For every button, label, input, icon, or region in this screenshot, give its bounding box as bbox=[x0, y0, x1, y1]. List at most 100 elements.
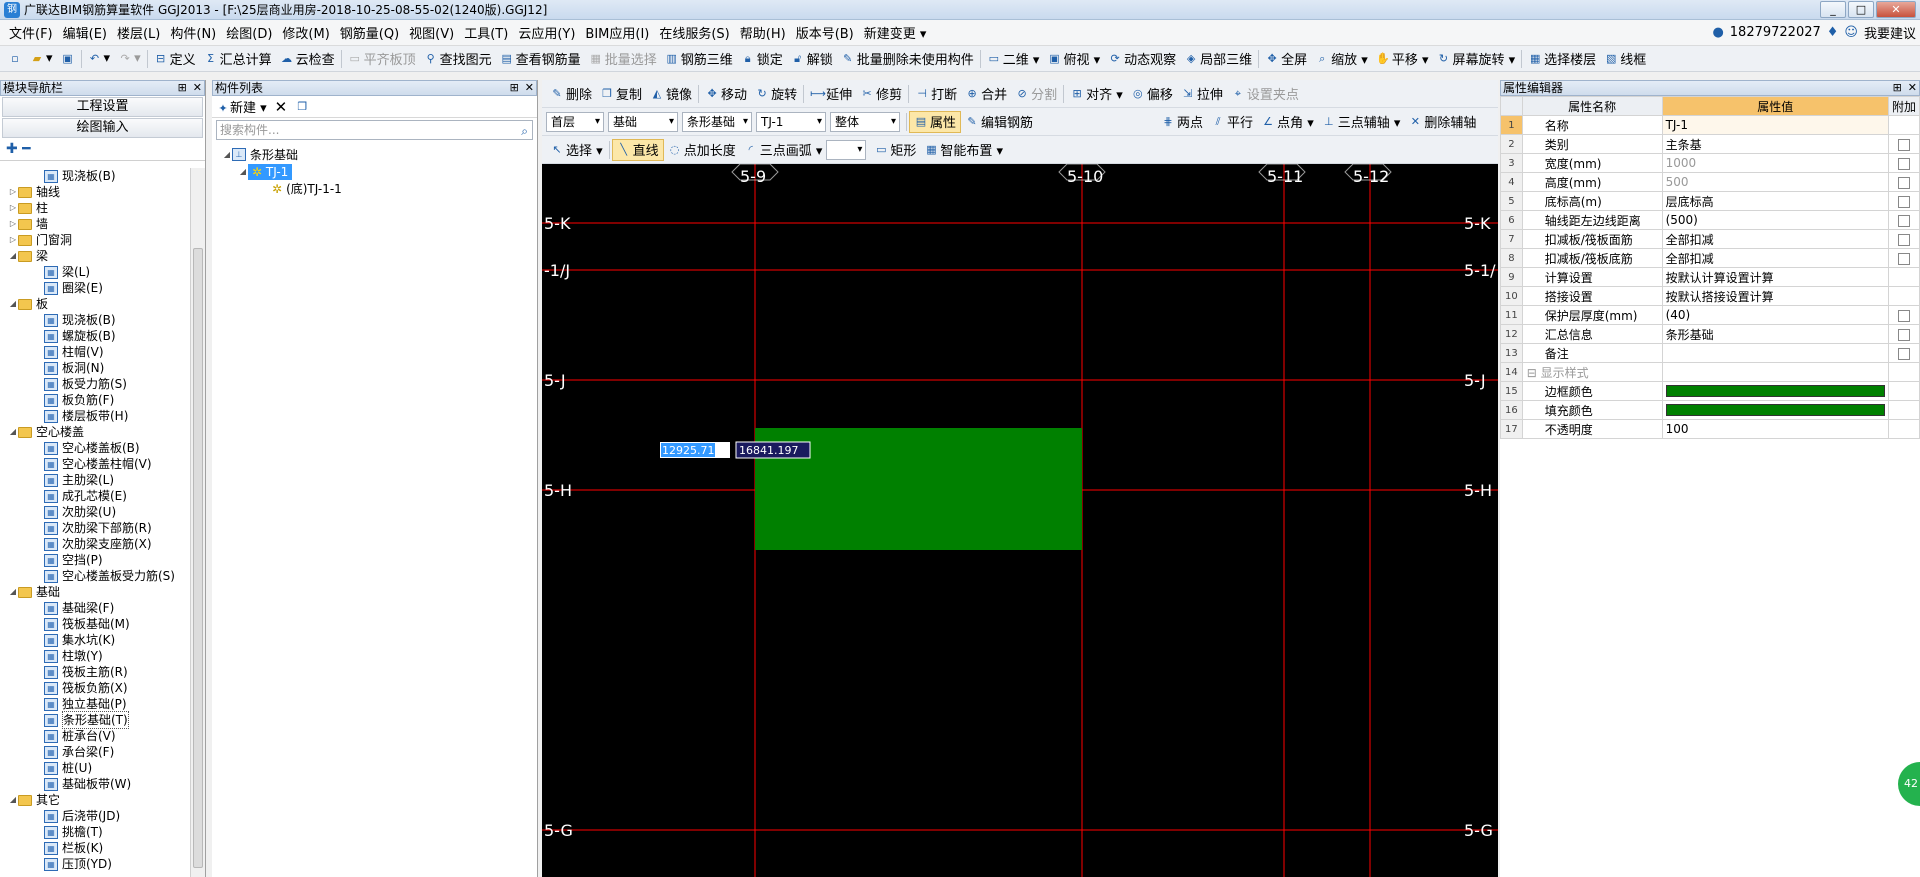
undo-icon[interactable]: ↶ ▾ bbox=[84, 48, 115, 70]
toolbar-button[interactable]: ◈ 局部三维 bbox=[1180, 48, 1256, 70]
nav-item[interactable]: ▦ 空心楼盖板受力筋(S) bbox=[0, 568, 190, 584]
nav-item[interactable]: ▦ 次肋梁支座筋(X) bbox=[0, 536, 190, 552]
canvas-svg[interactable]: 5-9 5-10 5-11 5-12 5-K -1/J 5-J 5-H 5-G … bbox=[542, 164, 1498, 877]
draw-aux-button[interactable]: ✎ 编辑钢筋 bbox=[961, 111, 1037, 133]
toolbar-button[interactable]: ▭ 二维 ▾ bbox=[983, 48, 1044, 70]
property-value[interactable]: 500 bbox=[1661, 172, 1889, 192]
save-icon[interactable]: ▣ bbox=[57, 48, 79, 70]
nav-item[interactable]: ▦ 基础板带(W) bbox=[0, 776, 190, 792]
nav-item[interactable]: ▦ 后浇带(JD) bbox=[0, 808, 190, 824]
tree-item-tj1[interactable]: ◢ ✲ TJ-1 bbox=[222, 163, 537, 180]
property-row[interactable]: 8 扣减板/筏板底筋 全部扣减 bbox=[1500, 248, 1920, 268]
toolbar-button[interactable]: ☁ 云检查 bbox=[276, 48, 339, 70]
drawing-canvas[interactable]: 5-9 5-10 5-11 5-12 5-K -1/J 5-J 5-H 5-G … bbox=[542, 164, 1498, 877]
border-color-swatch[interactable] bbox=[1665, 385, 1885, 397]
property-row[interactable]: 12 汇总信息 条形基础 bbox=[1500, 324, 1920, 344]
nav-item[interactable]: ▦ 压顶(YD) bbox=[0, 856, 190, 872]
menu-item[interactable]: 绘图(D) bbox=[221, 23, 277, 42]
minimize-button[interactable]: _ bbox=[1820, 1, 1846, 18]
feedback-link[interactable]: 我要建议 bbox=[1864, 23, 1916, 42]
collapse-icon[interactable]: ⊟ bbox=[1527, 366, 1541, 380]
nav-folder[interactable]: ▷ 墙 bbox=[0, 216, 190, 232]
property-value[interactable] bbox=[1661, 400, 1889, 420]
property-value[interactable]: 按默认计算设置计算 bbox=[1661, 267, 1889, 287]
fill-color-swatch[interactable] bbox=[1665, 404, 1885, 416]
property-value[interactable] bbox=[1661, 362, 1889, 382]
draw-aux-button[interactable]: ∠ 点角 ▾ bbox=[1257, 111, 1318, 133]
search-icon[interactable]: ⌕ bbox=[521, 122, 528, 140]
menu-item[interactable]: 云应用(Y) bbox=[513, 23, 580, 42]
redo-icon[interactable]: ↷ ▾ bbox=[114, 48, 145, 70]
bell-icon[interactable]: ♦ bbox=[1827, 25, 1839, 40]
nav-item[interactable]: ▦ 板受力筋(S) bbox=[0, 376, 190, 392]
menu-item[interactable]: 修改(M) bbox=[277, 23, 334, 42]
property-value[interactable]: (500) bbox=[1661, 210, 1889, 230]
property-value[interactable] bbox=[1661, 343, 1889, 363]
draw-tool-button[interactable]: ↖ 选择 ▾ bbox=[546, 139, 607, 161]
menu-item[interactable]: 新建变更 ▾ bbox=[859, 23, 932, 42]
property-row[interactable]: 4 高度(mm) 500 bbox=[1500, 172, 1920, 192]
tree-root-strip-foundation[interactable]: ◢ ⊥ 条形基础 bbox=[222, 146, 537, 163]
tree-item-tj1-1[interactable]: ✲ (底)TJ-1-1 bbox=[222, 180, 537, 197]
nav-item[interactable]: ▦ 空心楼盖板(B) bbox=[0, 440, 190, 456]
toolbar-button[interactable]: ⟳ 动态观察 bbox=[1104, 48, 1180, 70]
menu-item[interactable]: 在线服务(S) bbox=[654, 23, 734, 42]
property-row[interactable]: 13 备注 bbox=[1500, 343, 1920, 363]
nav-item[interactable]: ▦ 筏板主筋(R) bbox=[0, 664, 190, 680]
nav-item[interactable]: ▦ 独立基础(P) bbox=[0, 696, 190, 712]
project-settings-button[interactable]: 工程设置 bbox=[2, 97, 203, 117]
draw-tool-button[interactable]: ▦ 智能布置 ▾ bbox=[920, 139, 1007, 161]
expand-icon[interactable]: ▷ bbox=[8, 232, 18, 248]
menu-item[interactable]: 楼层(L) bbox=[112, 23, 165, 42]
toolbar-button[interactable]: ▦ 选择楼层 bbox=[1524, 48, 1600, 70]
property-row[interactable]: 16 填充颜色 bbox=[1500, 400, 1920, 420]
menu-item[interactable]: BIM应用(I) bbox=[580, 23, 654, 42]
new-file-icon[interactable]: ▫ bbox=[4, 48, 26, 70]
nav-item[interactable]: ▦ 螺旋板(B) bbox=[0, 328, 190, 344]
edit-tool-button[interactable]: ⟼ 延伸 bbox=[806, 83, 856, 105]
expand-icon[interactable]: ◢ bbox=[8, 296, 18, 312]
property-row[interactable]: 15 边框颜色 bbox=[1500, 381, 1920, 401]
nav-folder[interactable]: ◢ 梁 bbox=[0, 248, 190, 264]
nav-scrollbar[interactable] bbox=[190, 168, 205, 877]
toolbar-button[interactable]: ⌕ 缩放 ▾ bbox=[1311, 48, 1372, 70]
extra-checkbox[interactable] bbox=[1897, 233, 1910, 246]
toolbar-button[interactable]: ▥ 钢筋三维 bbox=[661, 48, 737, 70]
nav-item[interactable]: ▦ 基础梁(F) bbox=[0, 600, 190, 616]
draw-tool-button[interactable]: ╲ 直线 bbox=[611, 138, 664, 161]
edit-tool-button[interactable]: ↻ 旋转 bbox=[751, 83, 801, 105]
nav-folder[interactable]: ▷ 柱 bbox=[0, 200, 190, 216]
close-panel-icon[interactable]: ✕ bbox=[193, 81, 202, 95]
menu-item[interactable]: 构件(N) bbox=[165, 23, 221, 42]
toolbar-button[interactable]: ▦ 批量选择 bbox=[585, 48, 661, 70]
nav-item[interactable]: ▦ 主肋梁(L) bbox=[0, 472, 190, 488]
nav-item[interactable]: ▦ 柱帽(V) bbox=[0, 344, 190, 360]
extra-checkbox[interactable] bbox=[1897, 214, 1910, 227]
layer-dropdown[interactable]: TJ-1 bbox=[756, 111, 826, 132]
property-row[interactable]: 11 保护层厚度(mm) (40) bbox=[1500, 305, 1920, 325]
property-row[interactable]: 9 计算设置 按默认计算设置计算 bbox=[1500, 267, 1920, 287]
nav-item[interactable]: ▦ 条形基础(T) bbox=[0, 711, 190, 729]
toolbar-button[interactable]: ▤ 查看钢筋量 bbox=[496, 48, 585, 70]
toolbar-button[interactable]: ✥ 全屏 bbox=[1261, 48, 1311, 70]
property-value[interactable]: 100 bbox=[1661, 419, 1889, 439]
component-search-input[interactable]: 搜索构件... ⌕ bbox=[216, 120, 533, 140]
nav-item[interactable]: ▦ 承台梁(F) bbox=[0, 744, 190, 760]
property-value[interactable]: 全部扣减 bbox=[1661, 248, 1889, 268]
nav-item[interactable]: ▦ 现浇板(B) bbox=[0, 312, 190, 328]
property-row[interactable]: 3 宽度(mm) 1000 bbox=[1500, 153, 1920, 173]
property-row[interactable]: 10 搭接设置 按默认搭接设置计算 bbox=[1500, 286, 1920, 306]
toolbar-button[interactable]: ↻ 屏幕旋转 ▾ bbox=[1433, 48, 1520, 70]
layer-dropdown[interactable]: 整体 bbox=[830, 111, 900, 132]
toolbar-button[interactable]: ⊟ 定义 bbox=[150, 48, 200, 70]
nav-folder[interactable]: ◢ 基础 bbox=[0, 584, 190, 600]
nav-item[interactable]: ▦ 柱墩(Y) bbox=[0, 648, 190, 664]
pin-icon[interactable]: ⊞ bbox=[178, 81, 187, 95]
edit-tool-button[interactable]: ⇲ 拉伸 bbox=[1177, 83, 1227, 105]
menu-item[interactable]: 版本号(B) bbox=[791, 23, 859, 42]
property-row[interactable]: 5 底标高(m) 层底标高 bbox=[1500, 191, 1920, 211]
nav-item[interactable]: ▦ 栏板(K) bbox=[0, 840, 190, 856]
extra-checkbox[interactable] bbox=[1897, 176, 1910, 189]
nav-item[interactable]: ▦ 集水坑(K) bbox=[0, 632, 190, 648]
property-row[interactable]: 17 不透明度 100 bbox=[1500, 419, 1920, 439]
